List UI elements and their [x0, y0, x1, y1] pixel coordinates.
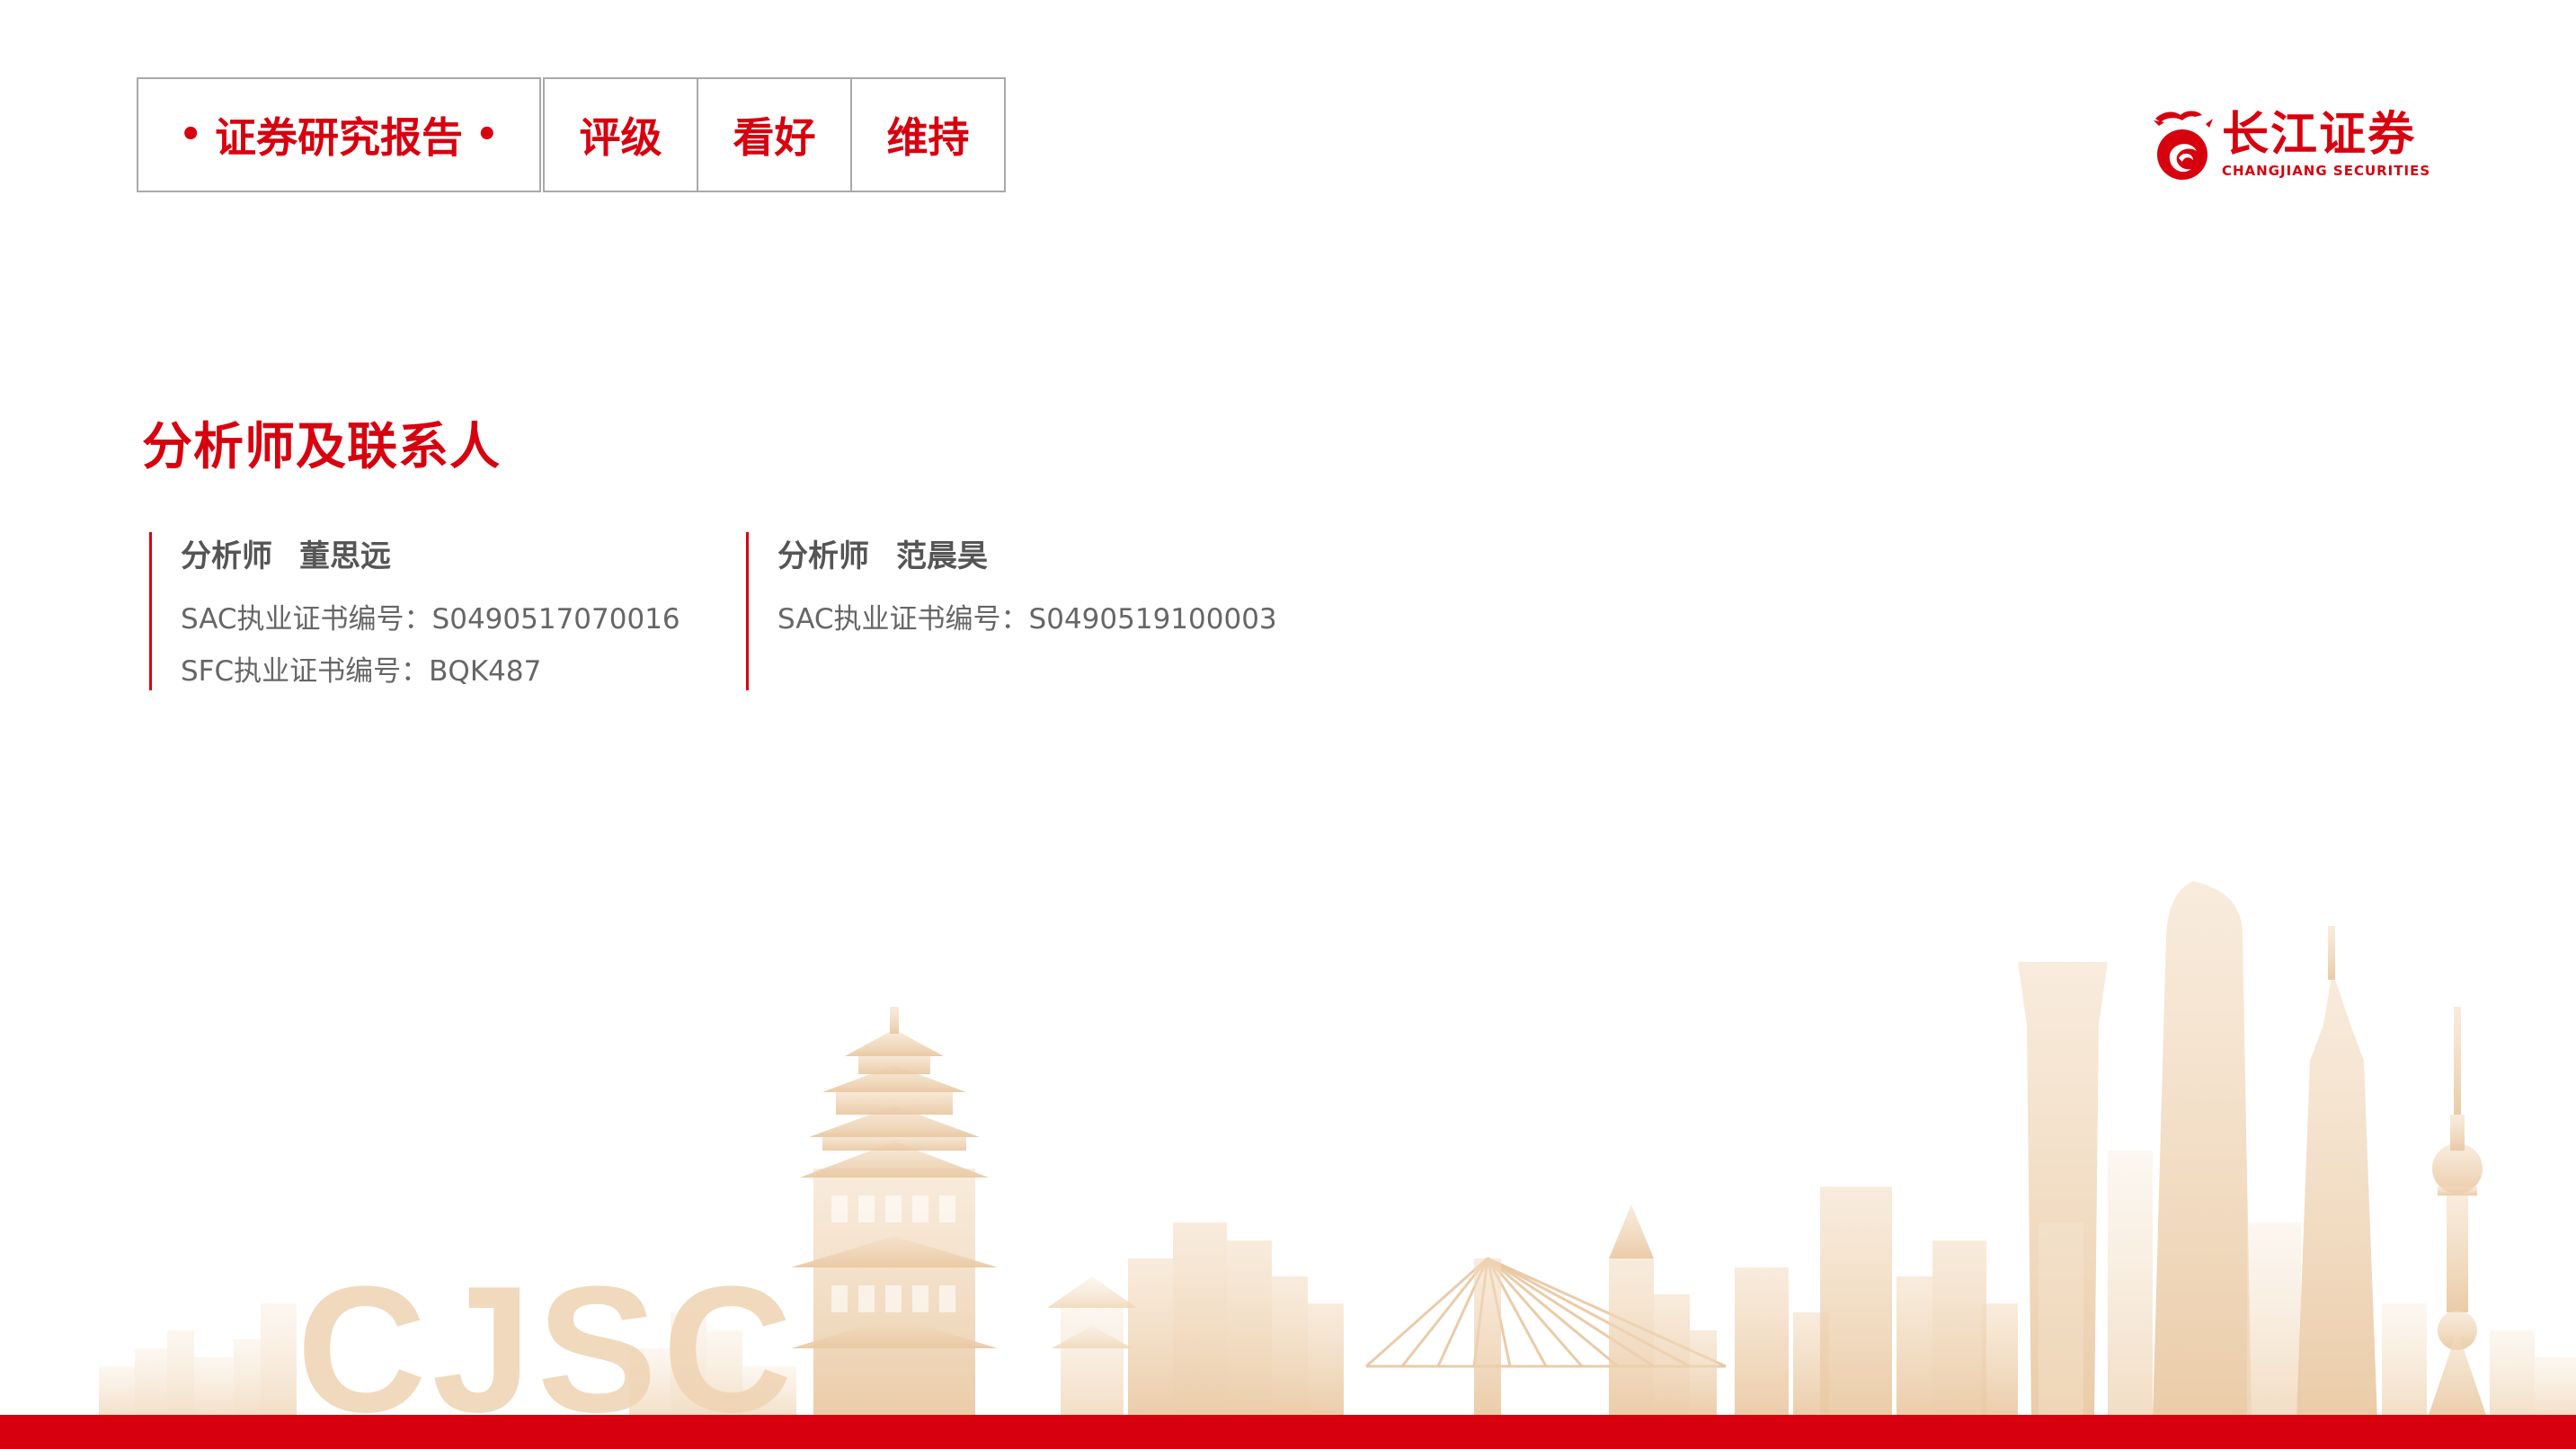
report-type-label: 证券研究报告 — [215, 113, 463, 162]
city-skyline-illustration: CJSC — [99, 881, 2576, 1420]
analyst-name: 范晨昊 — [896, 538, 988, 574]
logo-name-cn: 长江证券 — [2222, 108, 2417, 162]
rating-change-box: 维持 — [850, 77, 1006, 192]
logo-watermark: CJSC — [297, 1249, 798, 1420]
company-logo: 长江证券 CHANGJIANG SECURITIES — [2146, 104, 2430, 185]
rating-value-box: 看好 — [697, 77, 852, 192]
analyst-card-1: 分析师 董思远 SAC执业证书编号：S0490517070016 SFC执业证书编… — [149, 532, 724, 690]
analyst-sac-number: SAC执业证书编号：S0490517070016 — [181, 603, 680, 636]
analyst-role: 分析师 — [181, 538, 272, 574]
rating-header: • 证券研究报告 • 评级 看好 维持 — [137, 77, 1006, 192]
rating-value: 看好 — [733, 113, 816, 162]
logo-name-en: CHANGJIANG SECURITIES — [2222, 163, 2431, 179]
footer-red-bar — [0, 1415, 2576, 1449]
analyst-name: 董思远 — [299, 538, 391, 574]
report-page: • 证券研究报告 • 评级 看好 维持 长江证券 CHANGJIANG SECU… — [0, 0, 2576, 1449]
dragon-emblem-icon — [2154, 111, 2213, 180]
analyst-role: 分析师 — [777, 538, 869, 574]
section-title: 分析师及联系人 — [142, 418, 501, 476]
bullet-left: • — [179, 114, 202, 156]
rating-label: 评级 — [579, 113, 662, 162]
report-type-box: • 证券研究报告 • — [137, 77, 541, 192]
rating-label-box: 评级 — [543, 77, 698, 192]
analyst-card-2: 分析师 范晨昊 SAC执业证书编号：S0490519100003 — [746, 532, 1375, 690]
analyst-sfc-number: SFC执业证书编号：BQK487 — [181, 655, 542, 688]
rating-change: 维持 — [886, 113, 970, 162]
analyst-sac-number: SAC执业证书编号：S0490519100003 — [777, 603, 1277, 636]
bullet-right: • — [475, 114, 499, 156]
